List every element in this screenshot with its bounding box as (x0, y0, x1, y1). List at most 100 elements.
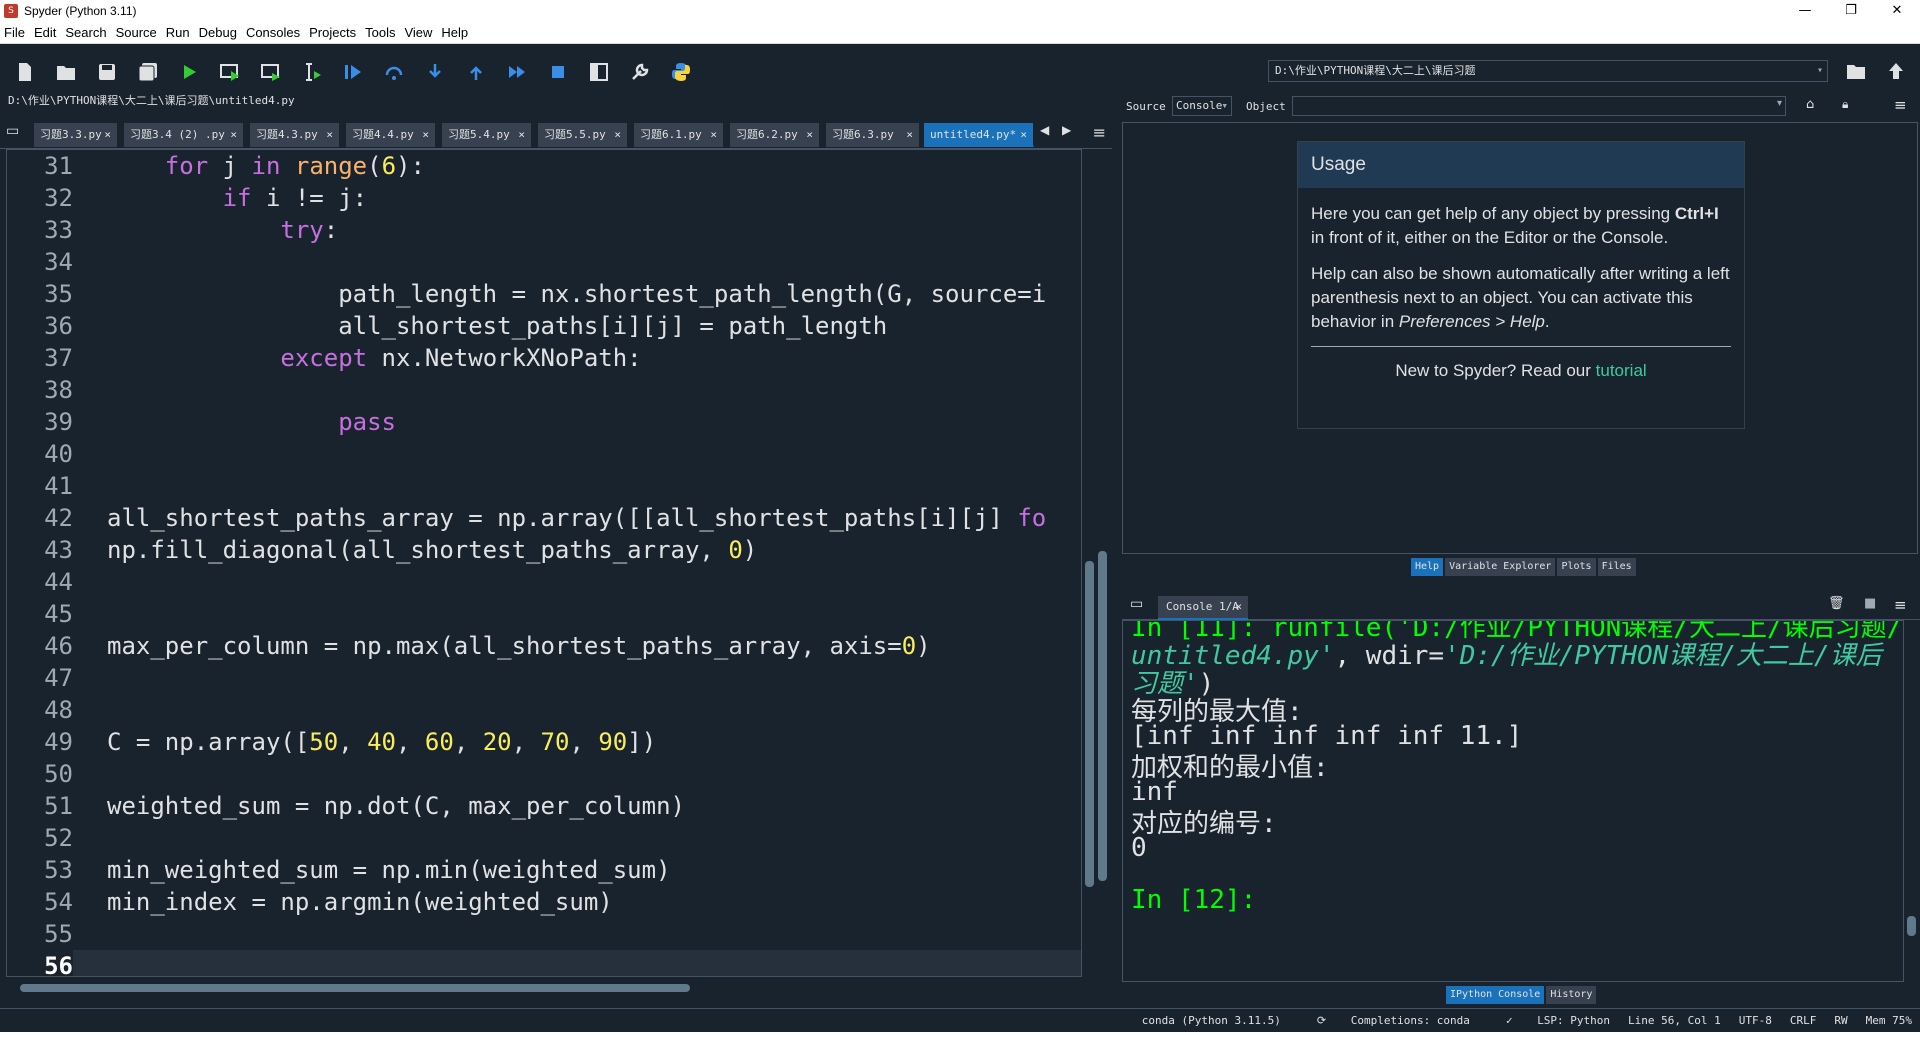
menu-edit[interactable]: Edit (34, 25, 56, 40)
lock-icon[interactable]: 🔒︎ (1842, 97, 1848, 112)
run-cell-advance-icon[interactable] (254, 56, 287, 88)
minimize-button[interactable]: — (1782, 0, 1828, 22)
menu-source[interactable]: Source (116, 25, 157, 40)
stop-icon[interactable]: ■ (1864, 596, 1876, 611)
scrollbar-thumb[interactable] (20, 984, 690, 992)
status-lsp[interactable]: ✓ LSP: Python (1488, 1014, 1610, 1027)
help-options-menu-icon[interactable]: ≡ (1894, 96, 1907, 114)
step-return-icon[interactable] (459, 56, 492, 88)
close-tab-icon[interactable]: × (326, 123, 333, 147)
tab-files[interactable]: Files (1597, 558, 1636, 576)
console-output-line: 对应的编号: (1131, 809, 1277, 839)
browse-folder-icon[interactable] (1845, 60, 1867, 86)
editor-options-menu-icon[interactable]: ≡ (1093, 123, 1106, 142)
menu-help[interactable]: Help (441, 25, 468, 40)
step-over-icon[interactable] (377, 56, 410, 88)
tutorial-link[interactable]: tutorial (1596, 361, 1647, 380)
menu-run[interactable]: Run (166, 25, 190, 40)
maximize-pane-icon[interactable] (582, 56, 615, 88)
stop-debug-icon[interactable] (541, 56, 574, 88)
close-tab-icon[interactable]: × (710, 123, 717, 147)
console-scrollbar[interactable] (1906, 626, 1918, 978)
code-line: min_weighted_sum = np.min(weighted_sum) (107, 856, 671, 884)
browse-tabs-icon[interactable]: ▭ (6, 123, 19, 139)
tab-ipython-console[interactable]: IPython Console (1446, 986, 1545, 1004)
parent-directory-icon[interactable] (1885, 60, 1907, 86)
code-line: C = np.array([50, 40, 60, 20, 70, 90]) (107, 728, 657, 756)
menu-view[interactable]: View (404, 25, 432, 40)
save-all-icon[interactable] (131, 56, 164, 88)
close-window-button[interactable]: ✕ (1874, 0, 1920, 22)
new-file-icon[interactable] (8, 56, 41, 88)
tab-plots[interactable]: Plots (1557, 558, 1596, 576)
scrollbar-thumb[interactable] (1907, 916, 1916, 936)
maximize-button[interactable]: ❐ (1828, 0, 1874, 22)
line-number: 39 (44, 408, 73, 436)
editor-tab-active[interactable]: untitled4.py* × (924, 123, 1034, 147)
close-tab-icon[interactable]: × (806, 123, 813, 147)
tab-help[interactable]: Help (1411, 558, 1444, 576)
line-number: 51 (44, 792, 73, 820)
tab-scroll-right-icon[interactable]: ▶ (1062, 123, 1071, 137)
editor-tab[interactable]: 习题5.4.py × (442, 123, 532, 147)
chevron-down-icon[interactable]: ▾ (1817, 61, 1823, 81)
close-tab-icon[interactable]: × (518, 123, 525, 147)
menu-tools[interactable]: Tools (365, 25, 395, 40)
close-tab-icon[interactable]: × (230, 123, 237, 147)
console-options-menu-icon[interactable]: ≡ (1894, 596, 1907, 614)
tab-scroll-left-icon[interactable]: ◀ (1040, 123, 1049, 137)
console-output[interactable]: In [11]: runfile('D:/作业/PYTHON课程/大二上/课后习… (1122, 620, 1904, 982)
editor-tab[interactable]: 习题4.3.py × (250, 123, 340, 147)
line-number: 53 (44, 856, 73, 884)
editor-tab[interactable]: 习题3.4 (2) .py × (124, 123, 244, 147)
scrollbar-thumb[interactable] (1098, 551, 1107, 881)
python-path-icon[interactable] (664, 56, 697, 88)
editor-vertical-scrollbar[interactable] (1084, 155, 1096, 981)
run-icon[interactable] (172, 56, 205, 88)
run-selection-icon[interactable] (295, 56, 328, 88)
preferences-wrench-icon[interactable] (623, 56, 656, 88)
menu-consoles[interactable]: Consoles (246, 25, 300, 40)
source-select[interactable]: Console ▾ (1172, 96, 1232, 116)
editor-tab-bar: ▭ 习题3.3.py × 习题3.4 (2) .py × 习题4.3.py × 习题4… (0, 117, 1112, 149)
editor-tab[interactable]: 习题4.4.py × (346, 123, 436, 147)
close-tab-icon[interactable]: × (614, 123, 621, 147)
help-toolbar: Source Console ▾ Object ▾ ⌂ 🔒︎ ≡ (1122, 92, 1920, 122)
open-file-icon[interactable] (49, 56, 82, 88)
tab-history[interactable]: History (1546, 986, 1597, 1004)
editor-tab[interactable]: 习题6.1.py × (634, 123, 724, 147)
editor-horizontal-scrollbar[interactable] (10, 982, 1090, 994)
menu-debug[interactable]: Debug (199, 25, 237, 40)
working-directory-combo[interactable]: D:\作业\PYTHON课程\大二上\课后习题 ▾ (1268, 60, 1828, 82)
close-tab-icon[interactable]: × (104, 123, 111, 147)
console-tab[interactable]: Console 1/A × (1158, 596, 1248, 620)
scrollbar-thumb[interactable] (1085, 561, 1094, 887)
code-editor[interactable]: 31 for j in range(6): 32 if i != j: 33 t… (6, 149, 1082, 977)
pane-splitter[interactable] (1114, 92, 1120, 1008)
home-icon[interactable]: ⌂ (1806, 97, 1814, 112)
usage-title: Usage (1298, 142, 1744, 188)
save-icon[interactable] (90, 56, 123, 88)
browse-tabs-icon[interactable]: ▭ (1130, 596, 1143, 612)
editor-tab[interactable]: 习题6.2.py × (730, 123, 820, 147)
close-tab-icon[interactable]: × (906, 123, 913, 147)
continue-icon[interactable] (500, 56, 533, 88)
menu-search[interactable]: Search (65, 25, 106, 40)
tab-variable-explorer[interactable]: Variable Explorer (1445, 558, 1556, 576)
status-environment[interactable]: conda (Python 3.11.5) (1142, 1014, 1281, 1027)
close-tab-icon[interactable]: × (1235, 596, 1242, 618)
editor-tab[interactable]: 习题5.5.py × (538, 123, 628, 147)
run-cell-icon[interactable] (213, 56, 246, 88)
object-input[interactable]: ▾ (1292, 96, 1786, 116)
editor-outline-scrollbar[interactable] (1097, 155, 1109, 981)
step-into-icon[interactable] (418, 56, 451, 88)
editor-tab[interactable]: 习题3.3.py × (34, 123, 118, 147)
editor-tab[interactable]: 习题6.3.py × (826, 123, 920, 147)
status-completions[interactable]: ⟳ Completions: conda (1299, 1014, 1470, 1027)
trash-icon[interactable]: 🗑︎ (1828, 596, 1845, 611)
menu-file[interactable]: File (4, 25, 25, 40)
menu-projects[interactable]: Projects (309, 25, 356, 40)
debug-icon[interactable] (336, 56, 369, 88)
close-tab-icon[interactable]: × (422, 123, 429, 147)
close-tab-icon[interactable]: × (1020, 123, 1027, 147)
